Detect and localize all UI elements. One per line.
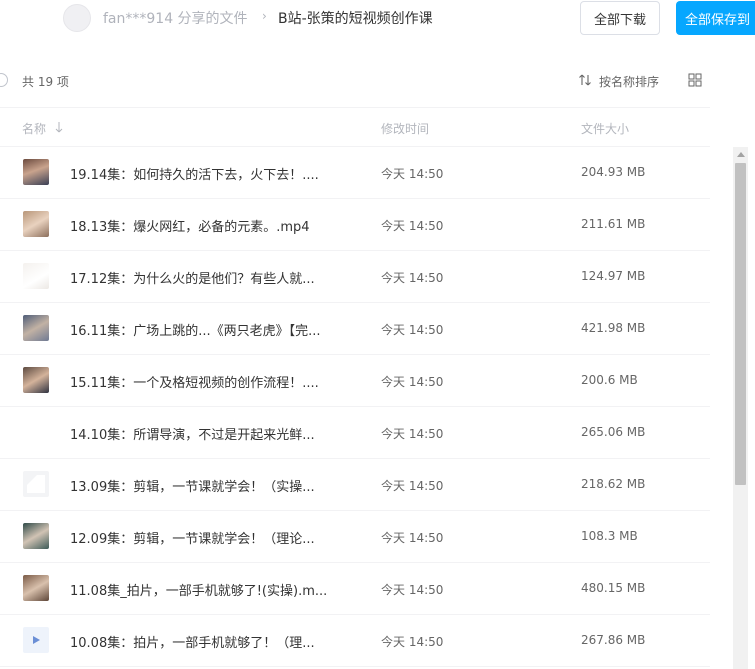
file-name[interactable]: 13.09集：剪辑，一节课就学会！（实操...: [70, 476, 315, 495]
table-row[interactable]: 19.14集：如何持久的活下去，火下去！.... 今天 14:50 204.93…: [0, 147, 710, 199]
select-all-checkbox[interactable]: [0, 73, 8, 87]
file-thumbnail: [23, 575, 49, 601]
sort-arrows-icon[interactable]: [578, 73, 592, 87]
column-name-header[interactable]: 名称: [22, 120, 46, 137]
file-name[interactable]: 16.11集：广场上跳的...《两只老虎》【完...: [70, 320, 321, 339]
download-all-button[interactable]: 全部下载: [580, 1, 660, 35]
file-modified-time: 今天 14:50: [381, 583, 444, 597]
table-row[interactable]: 18.13集：爆火网红，必备的元素。.mp4 今天 14:50 211.61 M…: [0, 199, 710, 251]
file-modified-time: 今天 14:50: [381, 375, 444, 389]
file-name[interactable]: 15.11集：一个及格短视频的创作流程！....: [70, 372, 319, 391]
column-modified-header[interactable]: 修改时间: [381, 120, 429, 137]
file-modified-time: 今天 14:50: [381, 271, 444, 285]
owner-avatar[interactable]: [63, 4, 91, 32]
table-row[interactable]: 14.10集：所谓导演，不过是开起来光鲜... 今天 14:50 265.06 …: [0, 407, 710, 459]
table-row[interactable]: 10.08集：拍片，一部手机就够了！（理... 今天 14:50 267.86 …: [0, 615, 710, 667]
column-size-header[interactable]: 文件大小: [581, 120, 629, 137]
grid-view-icon[interactable]: [688, 73, 702, 87]
file-modified-time: 今天 14:50: [381, 531, 444, 545]
file-size: 480.15 MB: [581, 581, 646, 595]
file-thumbnail: [23, 523, 49, 549]
table-row[interactable]: 16.11集：广场上跳的...《两只老虎》【完... 今天 14:50 421.…: [0, 303, 710, 355]
breadcrumb-current-folder: B站-张策的短视频创作课: [278, 11, 433, 27]
table-row[interactable]: 11.08集_拍片，一部手机就够了!(实操).m... 今天 14:50 480…: [0, 563, 710, 615]
file-size: 267.86 MB: [581, 633, 646, 647]
file-name[interactable]: 18.13集：爆火网红，必备的元素。.mp4: [70, 216, 310, 235]
scroll-up-arrow-icon[interactable]: [733, 147, 748, 161]
file-modified-time: 今天 14:50: [381, 479, 444, 493]
file-thumbnail: [23, 211, 49, 237]
file-modified-time: 今天 14:50: [381, 219, 444, 233]
file-name[interactable]: 12.09集：剪辑，一节课就学会！（理论...: [70, 528, 315, 547]
breadcrumb-separator: ›: [262, 9, 267, 23]
list-toolbar: 共 19 项 按名称排序: [0, 62, 710, 98]
file-size: 204.93 MB: [581, 165, 646, 179]
sort-down-arrow-icon[interactable]: [54, 120, 64, 134]
file-size: 265.06 MB: [581, 425, 646, 439]
file-name[interactable]: 11.08集_拍片，一部手机就够了!(实操).m...: [70, 580, 327, 599]
list-scrollbar[interactable]: [733, 147, 748, 669]
sort-by-name-button[interactable]: 按名称排序: [599, 73, 659, 90]
video-play-icon: [33, 636, 40, 644]
file-name[interactable]: 14.10集：所谓导演，不过是开起来光鲜...: [70, 424, 315, 443]
file-thumbnail: [23, 159, 49, 185]
table-row[interactable]: 17.12集：为什么火的是他们？有些人就... 今天 14:50 124.97 …: [0, 251, 710, 303]
file-size: 108.3 MB: [581, 529, 638, 543]
scrollbar-thumb[interactable]: [735, 163, 746, 485]
file-thumbnail: [23, 315, 49, 341]
table-row[interactable]: 13.09集：剪辑，一节课就学会！（实操... 今天 14:50 218.62 …: [0, 459, 710, 511]
breadcrumb-owner[interactable]: fan***914 分享的文件: [103, 8, 248, 28]
file-list: 19.14集：如何持久的活下去，火下去！.... 今天 14:50 204.93…: [0, 147, 710, 669]
file-thumbnail: [23, 627, 49, 653]
file-size: 211.61 MB: [581, 217, 646, 231]
table-row[interactable]: 12.09集：剪辑，一节课就学会！（理论... 今天 14:50 108.3 M…: [0, 511, 710, 563]
file-modified-time: 今天 14:50: [381, 323, 444, 337]
file-thumbnail: [23, 419, 49, 445]
document-icon: [27, 475, 45, 493]
file-thumbnail: [23, 471, 49, 497]
file-size: 200.6 MB: [581, 373, 638, 387]
file-modified-time: 今天 14:50: [381, 167, 444, 181]
file-modified-time: 今天 14:50: [381, 635, 444, 649]
save-all-button[interactable]: 全部保存到: [676, 1, 755, 35]
file-name[interactable]: 10.08集：拍片，一部手机就够了！（理...: [70, 632, 315, 651]
file-name[interactable]: 17.12集：为什么火的是他们？有些人就...: [70, 268, 315, 287]
item-count: 共 19 项: [22, 75, 69, 89]
file-thumbnail: [23, 263, 49, 289]
file-modified-time: 今天 14:50: [381, 427, 444, 441]
table-row[interactable]: 15.11集：一个及格短视频的创作流程！.... 今天 14:50 200.6 …: [0, 355, 710, 407]
file-size: 421.98 MB: [581, 321, 646, 335]
file-name[interactable]: 19.14集：如何持久的活下去，火下去！....: [70, 164, 319, 183]
file-size: 218.62 MB: [581, 477, 646, 491]
share-header: fan***914 分享的文件 › B站-张策的短视频创作课 全部下载 全部保存…: [0, 0, 755, 38]
file-size: 124.97 MB: [581, 269, 646, 283]
file-thumbnail: [23, 367, 49, 393]
column-header: 名称 修改时间 文件大小: [0, 107, 710, 147]
